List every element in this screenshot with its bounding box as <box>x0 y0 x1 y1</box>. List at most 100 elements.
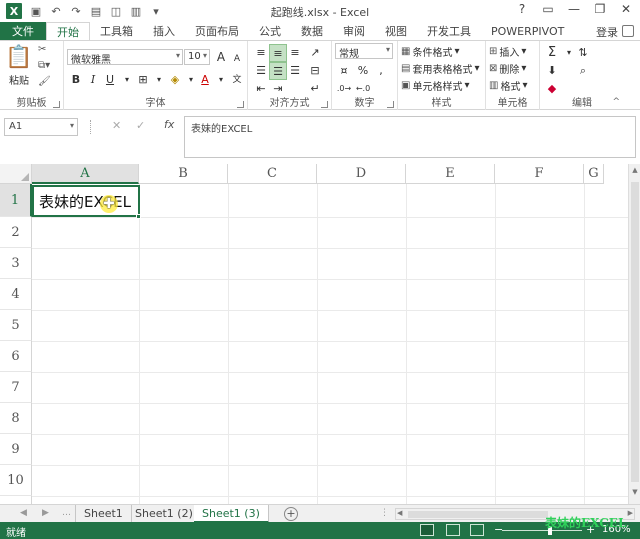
tab-insert[interactable]: 插入 <box>143 22 185 40</box>
customize-qat-icon[interactable]: ▾ <box>148 5 164 18</box>
fill-handle[interactable] <box>136 214 141 219</box>
next-sheet-icon[interactable]: ▶ <box>42 508 49 518</box>
close-button[interactable]: ✕ <box>616 2 636 16</box>
tab-home[interactable]: 开始 <box>46 22 90 40</box>
copy-button[interactable]: ⧉▾ <box>38 60 50 71</box>
minimize-button[interactable]: — <box>564 2 584 16</box>
clipboard-icon[interactable]: ▤ <box>88 5 104 18</box>
number-launcher-icon[interactable] <box>387 101 394 108</box>
align-bottom-icon[interactable]: ≡ <box>286 44 304 62</box>
prev-sheet-icon[interactable]: ◀ <box>20 508 27 518</box>
underline-button[interactable]: U <box>101 71 119 89</box>
align-right-icon[interactable]: ☰ <box>286 62 304 80</box>
tab-view[interactable]: 视图 <box>375 22 417 40</box>
more-sheets-icon[interactable]: … <box>62 508 71 518</box>
formula-bar-splitter[interactable] <box>90 120 93 134</box>
name-box[interactable]: A1 ▾ <box>4 118 78 136</box>
font-launcher-icon[interactable] <box>237 101 244 108</box>
format-cells-button[interactable]: ▥ 格式 ▾ <box>489 78 527 93</box>
conditional-format-button[interactable]: ▦ 条件格式 ▾ <box>401 44 459 59</box>
currency-icon[interactable]: ¤ <box>335 62 353 80</box>
number-format-select[interactable]: 常规 ▾ <box>335 43 393 60</box>
tab-developer[interactable]: 开发工具 <box>417 22 481 40</box>
find-select-icon[interactable]: ⌕ <box>574 62 592 80</box>
more-tabs-icon[interactable]: ⋮ <box>380 508 389 518</box>
tab-data[interactable]: 数据 <box>291 22 333 40</box>
insert-function-button[interactable]: fx <box>164 118 174 131</box>
cell-styles-button[interactable]: ▣ 单元格样式 ▾ <box>401 78 469 93</box>
user-icon[interactable] <box>622 25 634 37</box>
alignment-launcher-icon[interactable] <box>321 101 328 108</box>
tab-file[interactable]: 文件 <box>0 22 46 40</box>
formula-input[interactable]: 表妹的EXCEL <box>184 116 636 158</box>
scroll-down-icon[interactable]: ▼ <box>629 488 640 500</box>
login-link[interactable]: 登录 <box>596 24 618 40</box>
column-header-d[interactable]: D <box>317 164 406 184</box>
sheet-tab-sheet1-2[interactable]: Sheet1 (2) <box>127 505 202 523</box>
page-layout-view-icon[interactable] <box>446 524 460 536</box>
vertical-scroll-thumb[interactable] <box>631 182 639 482</box>
row-header-11[interactable]: 11 <box>0 496 32 504</box>
undo-icon[interactable]: ↶ <box>48 5 64 18</box>
scroll-left-icon[interactable]: ◀ <box>397 509 402 517</box>
row-header-2[interactable]: 2 <box>0 217 32 248</box>
delete-cells-button[interactable]: ⊠ 删除 ▾ <box>489 61 526 76</box>
italic-button[interactable]: I <box>84 71 102 89</box>
orientation-icon[interactable]: ↗ <box>306 44 324 62</box>
row-header-6[interactable]: 6 <box>0 341 32 372</box>
save-icon[interactable]: ▣ <box>28 5 44 18</box>
insert-cells-button[interactable]: ⊞ 插入 ▾ <box>489 44 526 59</box>
align-top-icon[interactable]: ≡ <box>252 44 270 62</box>
column-header-g[interactable]: G <box>584 164 604 184</box>
tab-formulas[interactable]: 公式 <box>249 22 291 40</box>
enter-icon[interactable]: ✓ <box>136 119 145 132</box>
active-cell-a1[interactable]: 表妹的EXCEL <box>32 185 140 217</box>
ribbon-display-icon[interactable]: ▭ <box>538 2 558 16</box>
row-header-3[interactable]: 3 <box>0 248 32 279</box>
row-header-10[interactable]: 10 <box>0 465 32 496</box>
vertical-scrollbar[interactable]: ▲ ▼ <box>628 164 640 504</box>
phonetic-icon[interactable]: 文 <box>228 71 246 89</box>
column-header-e[interactable]: E <box>406 164 495 184</box>
row-header-8[interactable]: 8 <box>0 403 32 434</box>
align-center-icon[interactable]: ☰ <box>269 62 287 80</box>
page-break-view-icon[interactable] <box>470 524 484 536</box>
merge-center-icon[interactable]: ⊟ <box>306 62 324 80</box>
scroll-right-icon[interactable]: ▶ <box>628 509 633 517</box>
align-middle-icon[interactable]: ≡ <box>269 44 287 62</box>
fill-icon[interactable]: ⬇ <box>543 62 561 80</box>
autosum-button[interactable]: Σ <box>543 44 561 62</box>
cancel-icon[interactable]: ✕ <box>112 119 121 132</box>
row-header-9[interactable]: 9 <box>0 434 32 465</box>
tab-powerpivot[interactable]: POWERPIVOT <box>481 22 574 40</box>
tab-toolbox[interactable]: 工具箱 <box>90 22 143 40</box>
cut-button[interactable]: ✂ <box>38 44 46 55</box>
print-preview-icon[interactable]: ◫ <box>108 5 124 18</box>
restore-button[interactable]: ❐ <box>590 2 610 16</box>
column-header-b[interactable]: B <box>139 164 228 184</box>
redo-icon[interactable]: ↷ <box>68 5 84 18</box>
paste-button[interactable]: 📋 粘贴 <box>5 45 32 87</box>
column-header-f[interactable]: F <box>495 164 584 184</box>
row-header-4[interactable]: 4 <box>0 279 32 310</box>
sheet-tab-sheet1-3[interactable]: Sheet1 (3) <box>194 505 269 523</box>
font-name-select[interactable]: 微软雅黑 ▾ <box>67 49 183 66</box>
font-size-select[interactable]: 10 ▾ <box>184 49 210 65</box>
normal-view-icon[interactable] <box>420 524 434 536</box>
percent-button[interactable]: % <box>354 62 372 80</box>
format-painter-button[interactable]: 🖌 <box>38 76 51 87</box>
sheet-tab-sheet1[interactable]: Sheet1 <box>75 505 132 523</box>
align-left-icon[interactable]: ☰ <box>252 62 270 80</box>
row-header-5[interactable]: 5 <box>0 310 32 341</box>
shrink-font-button[interactable]: A <box>228 50 246 68</box>
format-as-table-button[interactable]: ▤ 套用表格格式 ▾ <box>401 61 479 76</box>
tab-page-layout[interactable]: 页面布局 <box>185 22 249 40</box>
tab-review[interactable]: 审阅 <box>333 22 375 40</box>
add-sheet-icon[interactable]: + <box>284 507 298 521</box>
row-header-1[interactable]: 1 <box>0 184 32 217</box>
row-header-7[interactable]: 7 <box>0 372 32 403</box>
select-all-button[interactable] <box>0 164 32 184</box>
screenshot-icon[interactable]: ▥ <box>128 5 144 18</box>
column-header-a[interactable]: A <box>32 164 139 184</box>
help-button[interactable]: ? <box>512 2 532 16</box>
